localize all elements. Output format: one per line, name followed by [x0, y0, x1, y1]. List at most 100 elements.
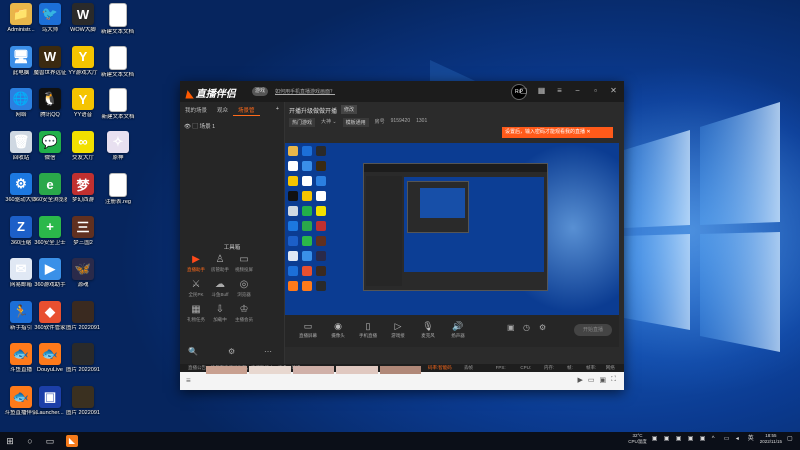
desktop-icon[interactable]: 注册表.reg — [101, 173, 135, 206]
search-icon[interactable]: ○ — [24, 435, 36, 447]
tray-app-icon[interactable]: ▣ — [676, 436, 683, 443]
microphone-button[interactable]: 🎙 麦克风 — [415, 321, 441, 339]
settings-icon[interactable]: ⚙ — [228, 347, 235, 356]
desktop-icon[interactable]: 🐧 腾讯QQ — [33, 88, 67, 119]
record-icon[interactable]: ▣ — [507, 323, 515, 332]
microphone-icon: 🎙 — [422, 321, 434, 331]
close-icon[interactable]: ✕ — [609, 86, 618, 95]
tool-item[interactable]: ♔ 主播会员 — [232, 304, 256, 323]
ime-icon[interactable]: 英 — [748, 436, 755, 443]
start-live-button[interactable]: 开始直播 — [574, 324, 612, 336]
add-scene-icon[interactable]: + — [271, 102, 284, 116]
password-tip-banner[interactable]: 设置后，输入密码才能观看我的直播 ✕ — [502, 127, 613, 138]
desktop-icon[interactable]: W WOW大脚 — [66, 3, 100, 34]
desktop-icon[interactable]: 三梦三国2 — [66, 215, 100, 247]
lock-icon[interactable]: ▢ — [193, 124, 199, 130]
chevron-up-icon[interactable]: ^ — [712, 436, 719, 443]
message-icon[interactable]: ▢ — [519, 86, 528, 95]
desktop-icon[interactable]: 新建文本文档 — [101, 88, 135, 121]
tool-item[interactable]: ♙ 房管助手 — [208, 254, 232, 273]
eye-icon[interactable]: 👁 — [184, 124, 191, 130]
screen-capture-button[interactable]: ▭ 直播屏幕 — [295, 321, 321, 339]
desktop-icon[interactable]: 图片 2022091... — [66, 343, 100, 374]
edit-title-button[interactable]: 修改 — [341, 105, 358, 114]
tool-item[interactable]: ⇩ 加载中 — [208, 304, 232, 323]
desktop-icon[interactable]: 图片 2022091... — [66, 385, 100, 417]
settings-icon[interactable]: ⚙ — [539, 323, 546, 332]
maximize-icon[interactable]: ▫ — [591, 86, 600, 95]
desktop-icon[interactable]: 新建文本文档 (3) — [101, 45, 135, 79]
weather-widget[interactable]: 32°C CPU温度 — [628, 433, 647, 445]
window-titlebar[interactable]: ◣ 直播伴侣 游戏 如何用手机直播游戏画面？ RiP ▢ ▦ ≡ − ▫ ✕ — [180, 81, 624, 102]
volume-icon[interactable]: ◂ — [736, 436, 743, 443]
desktop-icon[interactable]: W 魔兽世界远征 — [33, 45, 67, 77]
tool-item[interactable]: ⚔ 全民PK — [184, 279, 208, 298]
desktop-icon[interactable]: e 360安全浏览器 — [33, 173, 67, 204]
tool-item[interactable]: ☁ 斗鱼Buff — [208, 279, 232, 298]
desktop-icon[interactable]: 🦋 源魂 — [66, 258, 100, 289]
desktop-icon[interactable]: Y YY语音 — [66, 88, 100, 119]
tool-item[interactable]: ▦ 礼物任务 — [184, 304, 208, 323]
desktop-icon[interactable]: +360安全卫士 — [33, 215, 67, 247]
phone-live-button[interactable]: ▯ 手机直播 — [355, 321, 381, 339]
clock-icon[interactable]: ◷ — [523, 323, 530, 332]
stream-preview[interactable] — [285, 143, 619, 315]
game-capture-button[interactable]: ▷ 游戏接 — [385, 321, 411, 339]
desktop-icon[interactable]: 💬 微信 — [33, 130, 67, 162]
camera-button[interactable]: ◉ 摄像头 — [325, 321, 351, 339]
desktop-icon[interactable]: 图片 2022091... — [66, 300, 100, 332]
speaker-button[interactable]: 🔊 扬声器 — [445, 321, 471, 339]
tool-item[interactable]: ▶ 直播助手 — [184, 254, 208, 273]
desktop-icon[interactable]: ▶ 360游戏助手 — [33, 258, 67, 289]
category-pill[interactable]: 游戏 — [252, 87, 269, 96]
fullscreen-icon[interactable]: ⛶ — [611, 376, 616, 384]
desktop-icon[interactable]: ▣ Launcher... — [33, 385, 67, 417]
tab-my-scenes[interactable]: 我的场景 — [180, 102, 212, 116]
room-title[interactable]: 开播升级做做开播 — [289, 106, 337, 115]
desktop-icon[interactable]: 🐟 DouyuLive — [33, 343, 67, 374]
text-file-icon — [109, 3, 127, 27]
notification-icon[interactable]: ▢ — [787, 436, 794, 443]
app-icon: 🐦 — [39, 3, 61, 25]
tab-audience[interactable]: 观众 — [212, 102, 233, 116]
desktop-icon[interactable]: ✧ 原神 — [101, 130, 135, 162]
tab-scene-manage[interactable]: 场景管 — [233, 102, 260, 116]
template-badge[interactable]: 模板通用 — [342, 118, 369, 127]
tool-item — [256, 304, 280, 323]
mail-icon: ✉ — [10, 258, 32, 280]
tray-app-icon[interactable]: ▣ — [688, 436, 695, 443]
scene-item[interactable]: 👁 ▢ 场景 1 — [184, 122, 215, 130]
search-icon[interactable]: 🔍 — [188, 347, 198, 356]
windows-start-icon[interactable]: ⊞ — [4, 435, 16, 447]
more-icon[interactable]: ⋯ — [264, 347, 272, 356]
play-icon[interactable]: ▶ — [577, 376, 582, 384]
minimize-icon[interactable]: − — [573, 86, 582, 95]
desktop-icon[interactable]: 新建文本文档 (2) — [101, 3, 135, 36]
tool-item[interactable]: ◎ 浏览器 — [232, 279, 256, 298]
preview-desktop-icon — [302, 221, 312, 231]
chat-icon[interactable]: ▭ — [588, 376, 595, 384]
douyu-taskbar-icon[interactable]: ◣ — [66, 435, 78, 447]
taskbar-clock[interactable]: 18:55 2022/11/15 — [760, 433, 782, 445]
room-number: 9159420 — [390, 118, 411, 124]
category-badge[interactable]: 热门游戏 — [289, 118, 316, 127]
gift-icon[interactable]: ▣ — [599, 376, 606, 384]
desktop-icon[interactable]: ∞ 交友大厅 — [66, 130, 100, 162]
task-view-icon[interactable]: ▭ — [44, 435, 56, 447]
desktop-icon[interactable]: ◆ 360软件管家 — [33, 300, 67, 332]
help-link[interactable]: 如何用手机直播游戏画面？ — [275, 88, 335, 95]
desktop-icon[interactable]: 🐦 鸟大师 — [33, 3, 67, 34]
tool-item[interactable]: ▭ 视频投屏 — [232, 254, 256, 273]
network-icon[interactable]: ▭ — [724, 436, 731, 443]
tool-icon: ☁ — [215, 279, 225, 290]
toolbox-title: 工具箱 — [223, 245, 241, 251]
menu-icon[interactable]: ≡ — [555, 86, 564, 95]
menu-icon[interactable]: ≡ — [186, 376, 191, 385]
tray-app-icon[interactable]: ▣ — [652, 436, 659, 443]
desktop-icon[interactable]: Y YY游戏大厅 — [66, 45, 100, 77]
category-select[interactable]: 大神 ⌄ — [321, 118, 337, 127]
tray-app-icon[interactable]: ▣ — [664, 436, 671, 443]
tray-app-icon[interactable]: ▣ — [700, 436, 707, 443]
desktop-icon[interactable]: 梦梦幻西游 — [66, 173, 100, 204]
grid-icon[interactable]: ▦ — [537, 86, 546, 95]
